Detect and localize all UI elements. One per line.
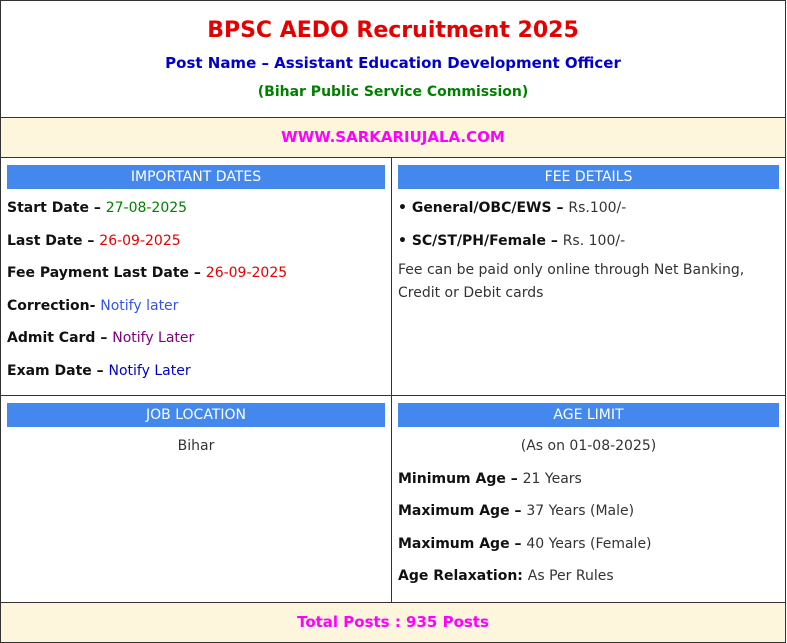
age-limit-heading: AGE LIMIT	[398, 403, 779, 427]
date-row-start: Start Date – 27-08-2025	[7, 198, 385, 218]
organization-name: (Bihar Public Service Commission)	[257, 84, 529, 100]
recruitment-notice: BPSC AEDO Recruitment 2025 Post Name – A…	[0, 0, 787, 643]
fee-row-reserved: • SC/ST/PH/Female – Rs. 100/-	[398, 231, 779, 251]
date-label: Exam Date –	[7, 362, 109, 379]
age-limit-section: AGE LIMIT (As on 01-08-2025) Minimum Age…	[391, 395, 786, 603]
page-title: BPSC AEDO Recruitment 2025	[207, 18, 579, 43]
age-row-maximum-female: Maximum Age – 40 Years (Female)	[398, 534, 779, 554]
important-dates-heading: IMPORTANT DATES	[7, 165, 385, 189]
age-as-on-date: (As on 01-08-2025)	[520, 438, 657, 454]
date-row-admit-card: Admit Card – Notify Later	[7, 328, 385, 348]
website-link[interactable]: WWW.SARKARIUJALA.COM	[281, 128, 505, 146]
fee-value: Rs. 100/-	[562, 232, 626, 249]
age-row-minimum: Minimum Age – 21 Years	[398, 469, 779, 489]
date-value: Notify Later	[108, 362, 191, 379]
date-label: Correction-	[7, 297, 101, 314]
job-location-value: Bihar	[177, 438, 215, 454]
date-value: Notify Later	[112, 330, 195, 346]
fee-label: • General/OBC/EWS –	[398, 200, 569, 216]
age-label: Maximum Age –	[398, 535, 527, 552]
age-value: 21 Years	[522, 470, 582, 487]
date-value: 27-08-2025	[105, 200, 188, 216]
job-location-section: JOB LOCATION Bihar	[0, 395, 392, 603]
age-row-maximum-male: Maximum Age – 37 Years (Male)	[398, 501, 779, 521]
date-value: 26-09-2025	[205, 265, 288, 281]
post-name: Post Name – Assistant Education Developm…	[165, 54, 621, 72]
date-row-exam: Exam Date – Notify Later	[7, 361, 385, 381]
total-posts: Total Posts : 935 Posts	[297, 613, 489, 631]
age-value: As Per Rules	[527, 568, 614, 584]
age-value: 37 Years (Male)	[526, 503, 635, 519]
fee-details-section: FEE DETAILS • General/OBC/EWS – Rs.100/-…	[391, 157, 786, 396]
age-label: Maximum Age –	[398, 503, 527, 519]
fee-label: • SC/ST/PH/Female –	[398, 232, 563, 249]
date-label: Admit Card –	[7, 330, 113, 346]
job-location-heading: JOB LOCATION	[7, 403, 385, 427]
fee-value: Rs.100/-	[568, 200, 627, 216]
total-posts-row: Total Posts : 935 Posts	[0, 602, 786, 643]
notice-header: BPSC AEDO Recruitment 2025 Post Name – A…	[0, 0, 786, 118]
age-label: Minimum Age –	[398, 470, 523, 487]
date-label: Fee Payment Last Date –	[7, 265, 206, 281]
fee-row-general: • General/OBC/EWS – Rs.100/-	[398, 198, 779, 218]
age-label: Age Relaxation:	[398, 568, 528, 584]
fee-details-heading: FEE DETAILS	[398, 165, 779, 189]
date-value: Notify later	[100, 297, 179, 314]
fee-payment-note: Fee can be paid only online through Net …	[398, 261, 745, 301]
date-value: 26-09-2025	[99, 232, 181, 249]
date-row-last: Last Date – 26-09-2025	[7, 231, 385, 251]
age-row-relaxation: Age Relaxation: As Per Rules	[398, 566, 779, 586]
website-row: WWW.SARKARIUJALA.COM	[0, 117, 786, 158]
important-dates-section: IMPORTANT DATES Start Date – 27-08-2025 …	[0, 157, 392, 396]
date-row-fee-payment: Fee Payment Last Date – 26-09-2025	[7, 263, 385, 283]
date-row-correction: Correction- Notify later	[7, 296, 385, 316]
age-value: 40 Years (Female)	[526, 535, 652, 552]
date-label: Last Date –	[7, 232, 100, 249]
date-label: Start Date –	[7, 200, 106, 216]
